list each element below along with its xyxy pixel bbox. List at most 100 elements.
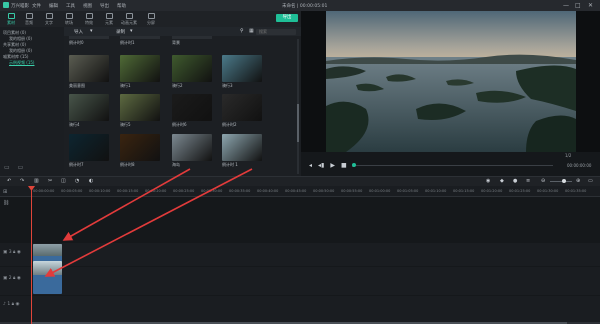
ruler-tick-label: 00:01:30:00 xyxy=(537,189,559,193)
zoom-in-icon[interactable]: ⊕ xyxy=(576,178,580,184)
mixer-icon[interactable]: ≡ xyxy=(526,178,530,184)
eye-icon[interactable]: ◉ xyxy=(17,276,21,281)
skip-back-icon[interactable]: ◂ xyxy=(309,162,312,169)
crop-icon[interactable]: ◫ xyxy=(61,178,66,184)
tab-audio[interactable]: 音频 xyxy=(19,13,39,26)
media-thumbnail[interactable] xyxy=(69,134,109,161)
media-thumbnail[interactable] xyxy=(69,94,109,121)
folder-add-icon[interactable]: ▭ xyxy=(4,164,10,171)
media-label: 倒计时8 xyxy=(120,162,135,167)
sidebar-item[interactable]: 项目素材 (0) xyxy=(3,30,26,35)
ruler-tick-label: 00:01:20:00 xyxy=(481,189,503,193)
tab-animated-elements[interactable]: 动画元素 xyxy=(117,13,141,26)
timeline-zoom-handle[interactable] xyxy=(562,179,566,183)
lock-icon[interactable]: 🔒︎ xyxy=(13,250,15,255)
delete-icon[interactable]: ▥ xyxy=(34,178,39,184)
folder-icon xyxy=(7,13,15,19)
preview-progress-bar[interactable] xyxy=(353,165,553,166)
media-thumbnail[interactable] xyxy=(69,55,109,82)
cut-icon[interactable]: ✂ xyxy=(48,178,52,184)
media-label: 骑行3 xyxy=(222,83,233,88)
menu-file[interactable]: 文件 xyxy=(32,3,41,9)
media-thumbnail[interactable] xyxy=(172,55,212,82)
media-thumbnail[interactable] xyxy=(120,94,160,121)
lock-icon[interactable]: 🔒︎ xyxy=(13,276,15,281)
close-button[interactable]: ✕ xyxy=(588,2,593,9)
fit-timeline-icon[interactable]: ▭ xyxy=(588,178,593,184)
media-thumbnail[interactable] xyxy=(69,36,109,39)
media-thumbnail[interactable] xyxy=(120,36,160,39)
media-label: 骑行2 xyxy=(172,83,183,88)
sidebar-item[interactable]: 喵素材库 (15) xyxy=(3,54,28,59)
menu-export[interactable]: 导出 xyxy=(100,3,109,9)
filter-icon[interactable]: ⚲ xyxy=(240,28,244,34)
preview-progress-handle[interactable] xyxy=(352,163,356,167)
maximize-button[interactable]: □ xyxy=(575,2,581,9)
zoom-level[interactable]: 1/2 xyxy=(565,153,571,158)
marker-icon[interactable]: ◆ xyxy=(500,178,504,184)
link-icon[interactable]: ⛓︎ xyxy=(3,200,9,206)
folder-icon[interactable]: ▭ xyxy=(18,164,24,171)
ruler-tick-label: 00:01:35:00 xyxy=(565,189,587,193)
grid-view-icon[interactable]: ▦ xyxy=(249,28,254,34)
minimize-button[interactable]: — xyxy=(563,2,569,9)
zoom-out-icon[interactable]: ⊖ xyxy=(541,178,545,184)
media-thumbnail[interactable] xyxy=(120,134,160,161)
search-input[interactable] xyxy=(256,28,296,35)
sidebar-item[interactable]: 共享素材 (0) xyxy=(3,42,26,47)
ruler-tick-label: 00:00:15:00 xyxy=(117,189,139,193)
media-thumbnail[interactable] xyxy=(172,94,212,121)
play-icon[interactable]: ▶ xyxy=(330,162,335,169)
media-thumbnail[interactable] xyxy=(222,94,262,121)
menu-tools[interactable]: 工具 xyxy=(66,3,75,9)
voiceover-icon[interactable]: ● xyxy=(513,178,517,184)
media-toolbar: 素材 音频 文字 转场 特效 元素 动画元素 分屏 xyxy=(0,11,301,27)
menu-view[interactable]: 视图 xyxy=(83,3,92,9)
ruler-tick-label: 00:00:10:00 xyxy=(89,189,111,193)
sidebar-item[interactable]: 我的相册 (0) xyxy=(9,48,32,53)
media-thumbnail[interactable] xyxy=(222,55,262,82)
add-track-icon[interactable]: ⊞ xyxy=(3,189,7,195)
speaker-icon[interactable]: ◉ xyxy=(15,302,19,307)
menu-edit[interactable]: 编辑 xyxy=(49,3,58,9)
step-back-icon[interactable]: ◂▮ xyxy=(318,162,324,169)
timeline-zoom-slider[interactable] xyxy=(550,181,572,182)
tab-split-screen[interactable]: 分屏 xyxy=(141,13,161,26)
tab-transition[interactable]: 转场 xyxy=(59,13,79,26)
speed-icon[interactable]: ◔ xyxy=(75,178,79,184)
tab-effects[interactable]: 特效 xyxy=(79,13,99,26)
track-number: 1 xyxy=(7,302,11,307)
app-logo-icon xyxy=(3,2,9,8)
import-button[interactable]: 导入 xyxy=(74,29,83,35)
undo-icon[interactable]: ↶ xyxy=(7,178,11,184)
record-button[interactable]: 录制 xyxy=(116,29,125,35)
media-thumbnail[interactable] xyxy=(172,134,212,161)
ruler-tick-label: 00:01:10:00 xyxy=(425,189,447,193)
media-thumbnail[interactable] xyxy=(222,134,262,161)
import-dropdown-icon[interactable]: ▾ xyxy=(90,28,93,34)
track-number: 2 xyxy=(8,276,12,281)
media-scrollbar[interactable] xyxy=(297,39,299,174)
video-clip[interactable] xyxy=(33,261,62,294)
record-dropdown-icon[interactable]: ▾ xyxy=(130,28,133,34)
timeline-ruler[interactable]: 00:00:00:00 00:00:05:00 00:00:10:00 00:00:1… xyxy=(0,186,600,197)
stop-icon[interactable]: ■ xyxy=(341,162,347,169)
ruler-tick-label: 00:01:00:00 xyxy=(369,189,391,193)
tab-media[interactable]: 素材 xyxy=(1,13,21,26)
playhead[interactable] xyxy=(31,186,32,324)
media-thumbnail[interactable] xyxy=(172,36,212,39)
tab-elements[interactable]: 元素 xyxy=(99,13,119,26)
media-label: 美丽意图 xyxy=(69,83,85,88)
sidebar-item[interactable]: 我的相册 (0) xyxy=(9,36,32,41)
media-thumbnail[interactable] xyxy=(120,55,160,82)
lock-icon[interactable]: 🔒︎ xyxy=(12,302,14,307)
color-icon[interactable]: ◐ xyxy=(89,178,93,184)
menu-help[interactable]: 帮助 xyxy=(117,3,126,9)
tab-text[interactable]: 文字 xyxy=(39,13,59,26)
redo-icon[interactable]: ↷ xyxy=(20,178,24,184)
render-icon[interactable]: ◉ xyxy=(486,178,490,184)
eye-icon[interactable]: ◉ xyxy=(17,250,21,255)
sidebar-item[interactable]: 示例视频 (15) xyxy=(9,60,34,65)
media-label: 倒计时7 xyxy=(69,162,84,167)
export-button[interactable]: 导出 xyxy=(276,14,298,22)
